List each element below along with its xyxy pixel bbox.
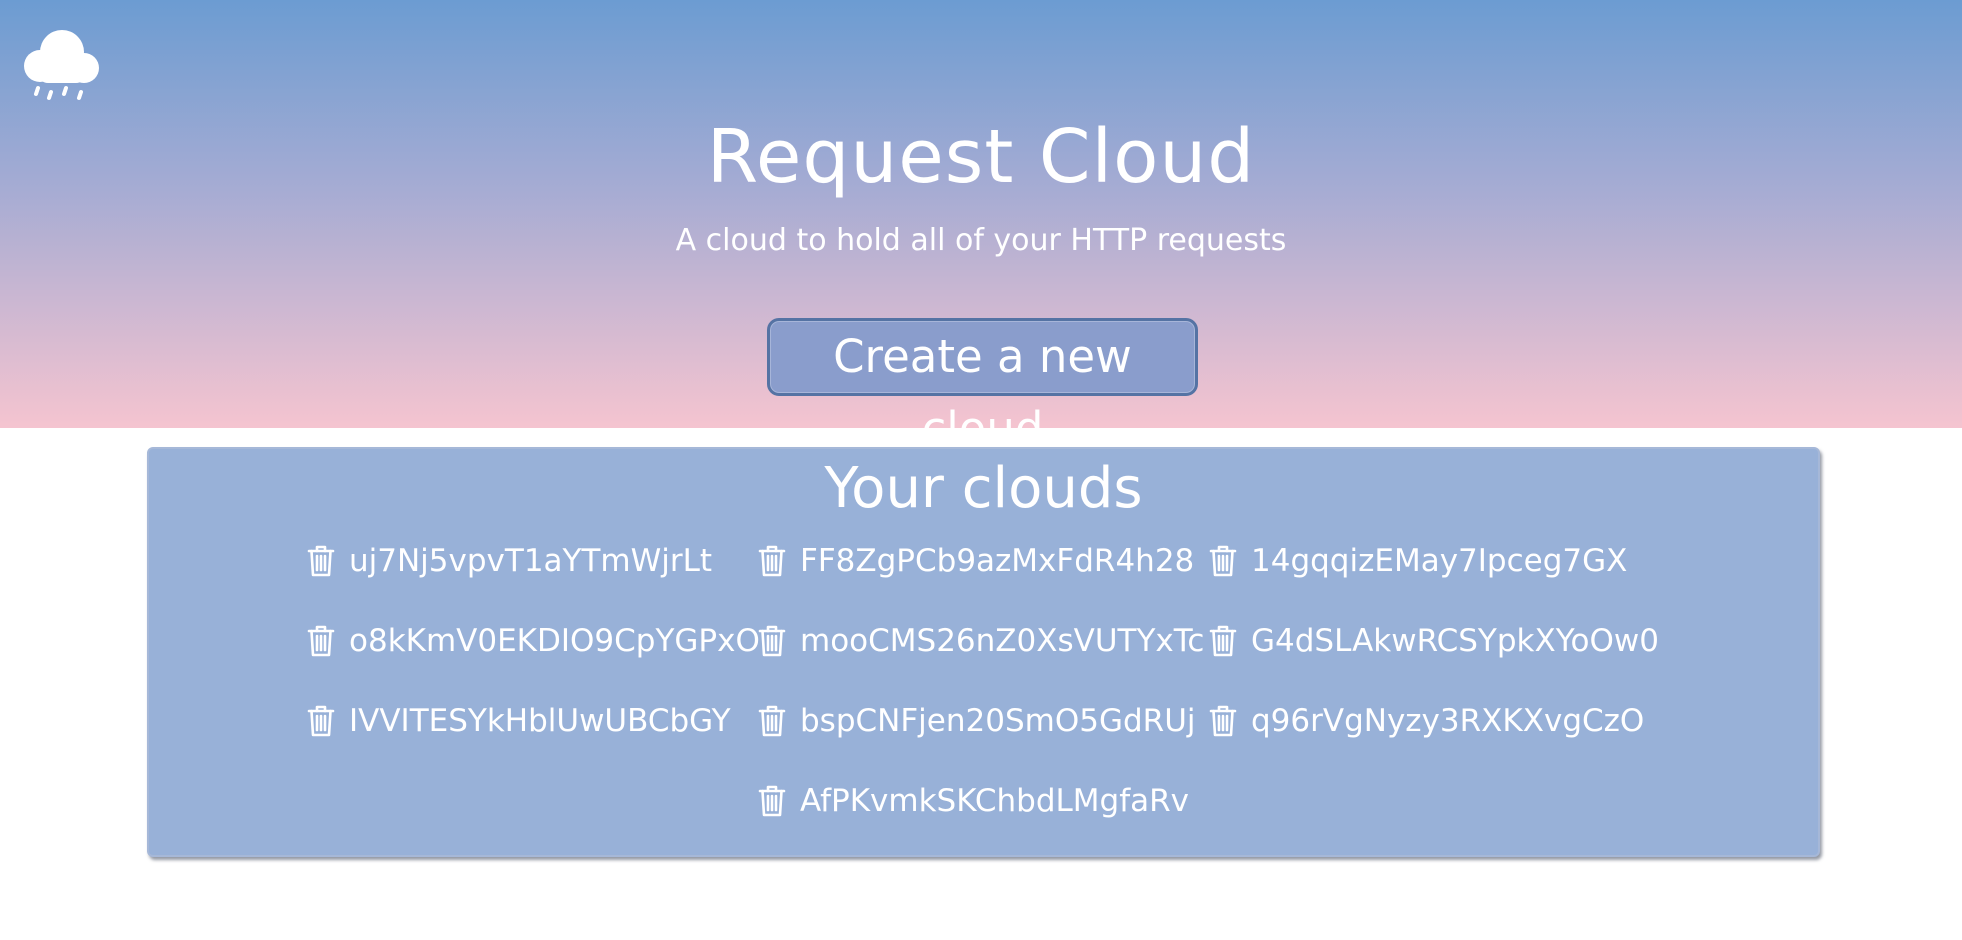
trash-icon[interactable] [1209, 544, 1237, 578]
trash-icon[interactable] [758, 624, 786, 658]
page-title: Request Cloud [706, 114, 1256, 200]
trash-icon[interactable] [307, 704, 335, 738]
clouds-panel: Your clouds uj7Nj5vpvT1aYTmWjrLt FF8ZgPC… [147, 447, 1820, 857]
cloud-id-link[interactable]: G4dSLAkwRCSYpkXYoOw0 [1251, 619, 1659, 663]
cloud-id-link[interactable]: IVVITESYkHblUwUBCbGY [349, 699, 731, 743]
trash-icon[interactable] [758, 704, 786, 738]
cloud-id-link[interactable]: AfPKvmkSKChbdLMgfaRv [800, 779, 1189, 823]
trash-icon[interactable] [1209, 624, 1237, 658]
cloud-id-link[interactable]: FF8ZgPCb9azMxFdR4h28 [800, 539, 1194, 583]
cloud-id-link[interactable]: q96rVgNyzy3RXKXvgCzO [1251, 699, 1644, 743]
cloud-list-item[interactable]: FF8ZgPCb9azMxFdR4h28 [758, 539, 1194, 583]
trash-icon[interactable] [307, 624, 335, 658]
cloud-id-link[interactable]: mooCMS26nZ0XsVUTYxTc [800, 619, 1204, 663]
cloud-id-link[interactable]: 14gqqizEMay7Ipceg7GX [1251, 539, 1627, 583]
trash-icon[interactable] [1209, 704, 1237, 738]
trash-icon[interactable] [307, 544, 335, 578]
cloud-list-item[interactable]: bspCNFjen20SmO5GdRUj [758, 699, 1196, 743]
cloud-list-item[interactable]: 14gqqizEMay7Ipceg7GX [1209, 539, 1627, 583]
cloud-list-item[interactable]: AfPKvmkSKChbdLMgfaRv [758, 779, 1189, 823]
cloud-id-link[interactable]: uj7Nj5vpvT1aYTmWjrLt [349, 539, 712, 583]
trash-icon[interactable] [758, 544, 786, 578]
cloud-id-link[interactable]: o8kKmV0EKDIO9CpYGPxO [349, 619, 760, 663]
page-subtitle: A cloud to hold all of your HTTP request… [675, 223, 1287, 258]
cloud-list-item[interactable]: mooCMS26nZ0XsVUTYxTc [758, 619, 1204, 663]
create-cloud-button[interactable]: Create a new cloud [767, 318, 1198, 455]
cloud-list-item[interactable]: IVVITESYkHblUwUBCbGY [307, 699, 731, 743]
trash-icon[interactable] [758, 784, 786, 818]
clouds-panel-title: Your clouds [824, 456, 1143, 521]
cloud-list-item[interactable]: uj7Nj5vpvT1aYTmWjrLt [307, 539, 712, 583]
cloud-list-item[interactable]: o8kKmV0EKDIO9CpYGPxO [307, 619, 760, 663]
cloud-list-item[interactable]: G4dSLAkwRCSYpkXYoOw0 [1209, 619, 1659, 663]
cloud-rain-icon [24, 30, 99, 100]
hero-header: Request Cloud A cloud to hold all of you… [0, 0, 1962, 455]
cloud-id-link[interactable]: bspCNFjen20SmO5GdRUj [800, 699, 1196, 743]
cloud-list-item[interactable]: q96rVgNyzy3RXKXvgCzO [1209, 699, 1644, 743]
